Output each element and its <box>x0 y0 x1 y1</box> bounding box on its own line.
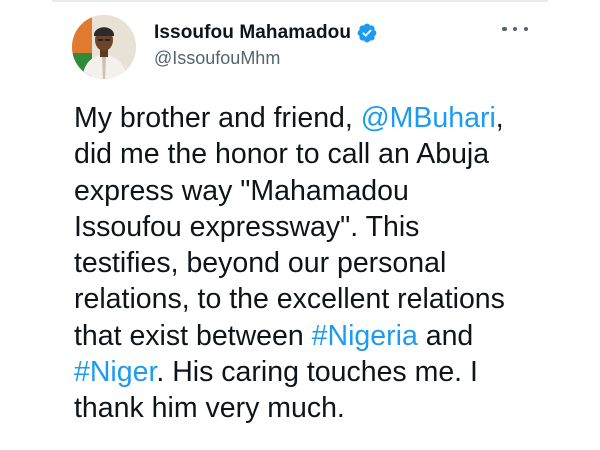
mention-link[interactable]: @MBuhari <box>361 102 496 134</box>
top-divider <box>52 0 548 2</box>
hashtag-link[interactable]: #Nigeria <box>312 320 418 352</box>
avatar[interactable] <box>72 15 136 79</box>
tweet-body: My brother and friend, @MBuhari, did me … <box>74 100 544 427</box>
more-dot <box>512 26 518 32</box>
more-dot <box>523 26 528 32</box>
hashtag-link[interactable]: #Niger <box>74 356 156 388</box>
author-display-name[interactable]: Issoufou Mahamadou <box>154 22 351 44</box>
tweet-card: Issoufou Mahamadou @IssoufouMhm My broth… <box>0 0 600 450</box>
tweet-text-segment: , did me the honor to call an Abuja expr… <box>74 102 505 352</box>
verified-badge-icon <box>356 22 378 44</box>
avatar-image <box>72 15 136 79</box>
more-dot <box>502 26 507 32</box>
more-options-icon[interactable] <box>502 22 528 36</box>
tweet-text-segment: and <box>425 319 474 352</box>
author-name-row: Issoufou Mahamadou <box>154 20 378 46</box>
author-handle[interactable]: @IssoufouMhm <box>154 48 280 69</box>
tweet-text-segment: My brother and friend, <box>74 102 361 134</box>
